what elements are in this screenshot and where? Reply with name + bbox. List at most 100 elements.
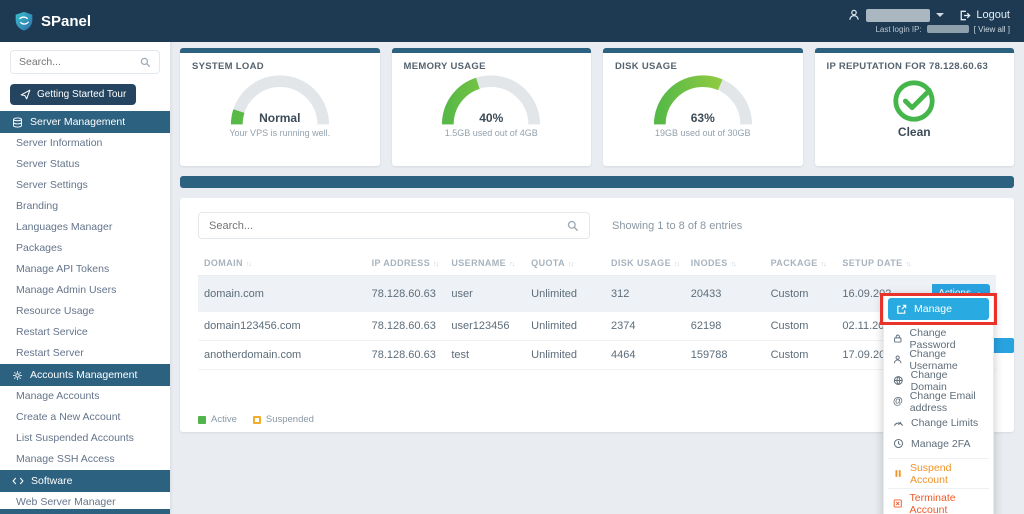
card-value: 40% bbox=[479, 111, 503, 125]
sidebar-item-restart-service[interactable]: Restart Service bbox=[0, 322, 170, 343]
sidebar-item-server-settings[interactable]: Server Settings bbox=[0, 175, 170, 196]
table-search-input[interactable] bbox=[209, 220, 567, 232]
sidebar-search-input[interactable] bbox=[19, 56, 140, 68]
card-memory-usage: MEMORY USAGE 40% 1.5GB used out of 4GB bbox=[392, 48, 592, 166]
cell-username: user123456 bbox=[445, 312, 525, 341]
menu-item-change-username[interactable]: Change Username bbox=[888, 349, 989, 370]
section-label: Server Management bbox=[30, 116, 125, 128]
sidebar-search bbox=[10, 50, 160, 74]
menu-item-change-email[interactable]: @ Change Email address bbox=[888, 391, 989, 412]
menu-divider bbox=[888, 458, 989, 459]
card-subtitle: 19GB used out of 30GB bbox=[655, 128, 751, 138]
accounts-table: DOMAIN↑↓ IP ADDRESS↑↓ USERNAME↑↓ QUOTA↑↓… bbox=[198, 251, 996, 370]
sidebar-item-resource-usage[interactable]: Resource Usage bbox=[0, 301, 170, 322]
sort-icon: ↑↓ bbox=[821, 261, 826, 268]
status-legend: Active Suspended bbox=[198, 414, 996, 425]
menu-item-manage-2fa[interactable]: Manage 2FA bbox=[888, 433, 989, 454]
cell-inodes: 159788 bbox=[685, 341, 765, 370]
column-header-quota[interactable]: QUOTA↑↓ bbox=[525, 251, 605, 276]
gauge-icon bbox=[893, 417, 904, 428]
spanel-logo-icon bbox=[14, 10, 34, 32]
menu-item-label: Manage 2FA bbox=[911, 438, 971, 450]
clock-icon bbox=[893, 438, 904, 449]
card-subtitle: 1.5GB used out of 4GB bbox=[445, 128, 538, 138]
menu-divider bbox=[888, 488, 989, 489]
cell-domain: domain.com bbox=[198, 276, 366, 312]
tour-button-label: Getting Started Tour bbox=[37, 89, 126, 100]
sidebar: Getting Started Tour Server Management S… bbox=[0, 42, 170, 514]
sidebar-next-section-cut bbox=[0, 509, 170, 514]
column-header-disk-usage[interactable]: DISK USAGE↑↓ bbox=[605, 251, 685, 276]
sidebar-item-manage-ssh-access[interactable]: Manage SSH Access bbox=[0, 449, 170, 470]
active-status-swatch bbox=[198, 416, 206, 424]
cell-domain: domain123456.com bbox=[198, 312, 366, 341]
legend-active-label: Active bbox=[211, 414, 237, 425]
sidebar-item-create-new-account[interactable]: Create a New Account bbox=[0, 407, 170, 428]
cell-quota: Unlimited bbox=[525, 312, 605, 341]
sidebar-section-accounts-management[interactable]: Accounts Management bbox=[0, 364, 170, 386]
menu-item-label: Suspend Account bbox=[910, 462, 984, 486]
sidebar-section-software[interactable]: Software bbox=[0, 470, 170, 492]
user-icon bbox=[848, 9, 860, 21]
showing-entries-text: Showing 1 to 8 of 8 entries bbox=[612, 220, 742, 232]
menu-item-terminate-account[interactable]: Terminate Account bbox=[888, 493, 989, 514]
sidebar-item-server-information[interactable]: Server Information bbox=[0, 133, 170, 154]
legend-active: Active bbox=[198, 414, 237, 425]
redacted-last-login-ip bbox=[927, 25, 969, 33]
manage-button[interactable]: Manage bbox=[888, 298, 989, 320]
sidebar-section-server-management[interactable]: Server Management bbox=[0, 111, 170, 133]
sort-icon: ↑↓ bbox=[433, 261, 438, 268]
menu-item-suspend-account[interactable]: Suspend Account bbox=[888, 463, 989, 484]
brand: SPanel bbox=[14, 10, 91, 32]
legend-suspended: Suspended bbox=[253, 414, 314, 425]
column-header-ip-address[interactable]: IP ADDRESS↑↓ bbox=[366, 251, 446, 276]
menu-item-change-password[interactable]: Change Password bbox=[888, 328, 989, 349]
view-all-link[interactable]: [ View all ] bbox=[974, 25, 1010, 34]
cell-package: Custom bbox=[765, 312, 837, 341]
logout-button[interactable]: Logout bbox=[958, 9, 1010, 22]
cell-username: test bbox=[445, 341, 525, 370]
sidebar-item-packages[interactable]: Packages bbox=[0, 238, 170, 259]
table-row[interactable]: domain123456.com 78.128.60.63 user123456… bbox=[198, 312, 996, 341]
cell-disk: 4464 bbox=[605, 341, 685, 370]
table-search bbox=[198, 212, 590, 239]
card-value: 63% bbox=[691, 111, 715, 125]
getting-started-tour-button[interactable]: Getting Started Tour bbox=[10, 84, 136, 105]
card-value: Normal bbox=[259, 111, 300, 125]
menu-item-change-limits[interactable]: Change Limits bbox=[888, 412, 989, 433]
table-row[interactable]: domain.com 78.128.60.63 user Unlimited 3… bbox=[198, 276, 996, 312]
column-header-setup-date[interactable]: SETUP DATE↑↓ bbox=[836, 251, 932, 276]
sort-icon: ↑↓ bbox=[509, 261, 514, 268]
sidebar-item-languages-manager[interactable]: Languages Manager bbox=[0, 217, 170, 238]
cell-ip: 78.128.60.63 bbox=[366, 341, 446, 370]
cell-disk: 2374 bbox=[605, 312, 685, 341]
cell-username: user bbox=[445, 276, 525, 312]
section-divider-bar bbox=[180, 176, 1014, 188]
sort-icon: ↑↓ bbox=[674, 261, 679, 268]
card-ip-reputation: IP REPUTATION FOR 78.128.60.63 Clean bbox=[815, 48, 1015, 166]
cell-quota: Unlimited bbox=[525, 341, 605, 370]
card-title: MEMORY USAGE bbox=[404, 61, 580, 72]
column-header-username[interactable]: USERNAME↑↓ bbox=[445, 251, 525, 276]
menu-item-change-domain[interactable]: Change Domain bbox=[888, 370, 989, 391]
user-menu[interactable] bbox=[848, 9, 944, 22]
sidebar-item-restart-server[interactable]: Restart Server bbox=[0, 343, 170, 364]
sidebar-item-list-suspended-accounts[interactable]: List Suspended Accounts bbox=[0, 428, 170, 449]
column-header-package[interactable]: PACKAGE↑↓ bbox=[765, 251, 837, 276]
redacted-username bbox=[866, 9, 930, 22]
column-header-inodes[interactable]: INODES↑↓ bbox=[685, 251, 765, 276]
card-disk-usage: DISK USAGE 63% 19GB used out of 30GB bbox=[603, 48, 803, 166]
check-circle-icon bbox=[891, 78, 937, 124]
column-header-domain[interactable]: DOMAIN↑↓ bbox=[198, 251, 366, 276]
sidebar-item-manage-accounts[interactable]: Manage Accounts bbox=[0, 386, 170, 407]
actions-dropdown-menu: Manage Change Password Change Username C… bbox=[883, 293, 994, 514]
sidebar-item-branding[interactable]: Branding bbox=[0, 196, 170, 217]
cell-disk: 312 bbox=[605, 276, 685, 312]
sidebar-item-manage-api-tokens[interactable]: Manage API Tokens bbox=[0, 259, 170, 280]
sidebar-item-manage-admin-users[interactable]: Manage Admin Users bbox=[0, 280, 170, 301]
x-square-icon bbox=[893, 498, 902, 509]
card-title: DISK USAGE bbox=[615, 61, 791, 72]
sidebar-item-server-status[interactable]: Server Status bbox=[0, 154, 170, 175]
table-row[interactable]: anotherdomain.com 78.128.60.63 test Unli… bbox=[198, 341, 996, 370]
search-icon bbox=[140, 57, 151, 68]
